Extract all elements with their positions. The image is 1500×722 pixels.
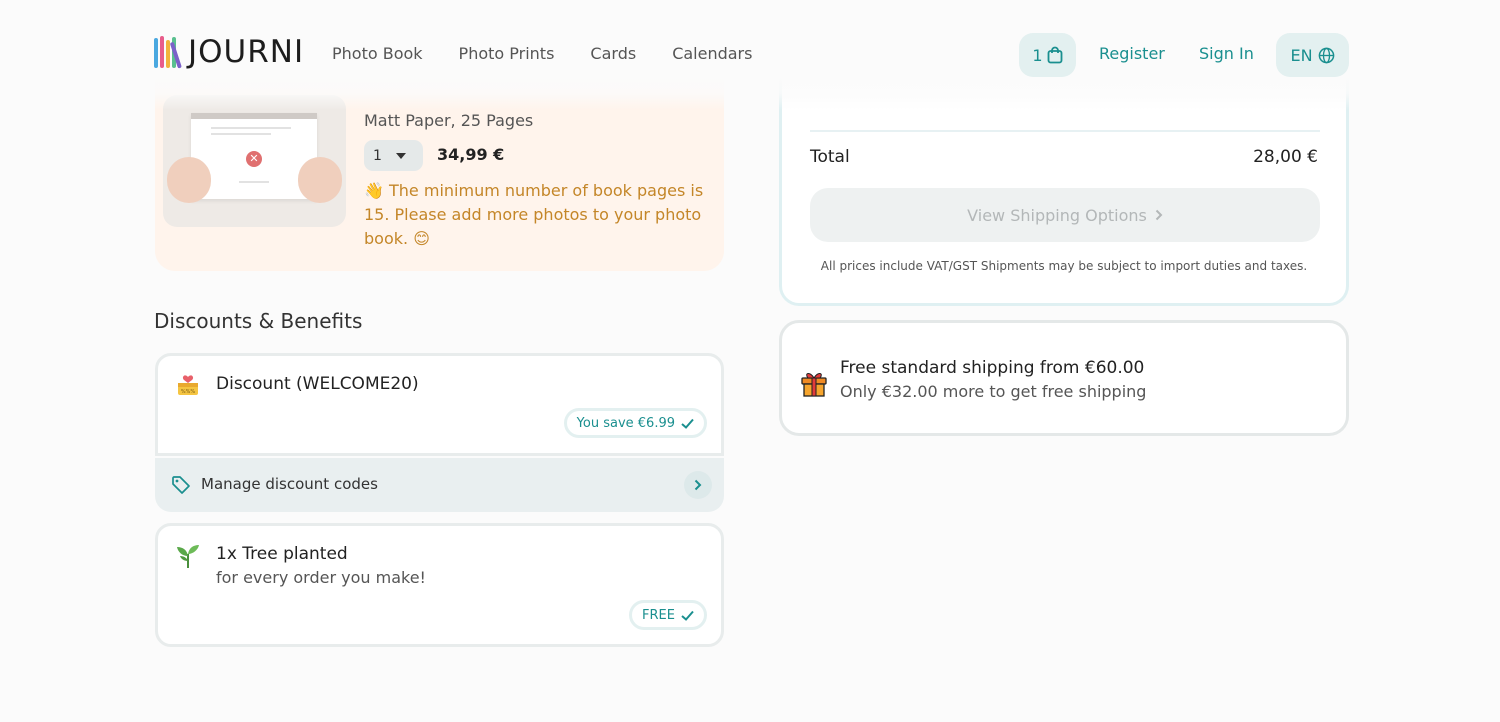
tree-subtitle: for every order you make! <box>216 568 426 587</box>
free-shipping-card: Free standard shipping from €60.00 Only … <box>779 320 1349 436</box>
journi-logo[interactable]: JOURNI <box>154 34 305 70</box>
waving-hand-icon: 👋 <box>364 181 384 200</box>
error-x-icon: ✕ <box>246 151 262 167</box>
summary-divider <box>810 130 1320 132</box>
manage-discount-label: Manage discount codes <box>201 475 378 493</box>
smile-icon: 😊 <box>413 229 430 248</box>
view-shipping-options-button[interactable]: View Shipping Options <box>810 188 1320 242</box>
savings-text: You save €6.99 <box>576 415 675 431</box>
total-value: 28,00 € <box>1253 147 1318 167</box>
svg-text:%%%: %%% <box>181 389 196 395</box>
min-pages-warning: 👋 The minimum number of book pages is 15… <box>364 179 714 251</box>
tree-planted-card: 1x Tree planted for every order you make… <box>155 523 724 647</box>
chevron-right-icon <box>1155 209 1163 221</box>
language-code: EN <box>1290 45 1313 65</box>
free-badge: FREE <box>629 600 707 630</box>
caret-down-icon <box>395 152 406 159</box>
register-link[interactable]: Register <box>1099 44 1165 64</box>
main-nav: Photo Book Photo Prints Cards Calendars <box>332 44 752 64</box>
logo-text: JOURNI <box>188 34 305 70</box>
sign-in-link[interactable]: Sign In <box>1199 44 1254 64</box>
quantity-select[interactable]: 1 <box>364 140 423 171</box>
nav-photo-book[interactable]: Photo Book <box>332 44 423 64</box>
tag-icon <box>172 476 190 494</box>
photo-book-thumbnail[interactable]: ✕ <box>163 95 346 227</box>
tree-title: 1x Tree planted <box>216 544 348 564</box>
manage-discount-chevron[interactable] <box>684 471 712 499</box>
cart-count: 1 <box>1032 45 1043 65</box>
check-icon <box>681 418 694 429</box>
nav-photo-prints[interactable]: Photo Prints <box>459 44 555 64</box>
hand-left-decoration <box>167 157 211 203</box>
logo-bars-icon <box>154 36 182 69</box>
manage-discount-codes[interactable]: Manage discount codes <box>155 458 724 512</box>
product-options: Matt Paper, 25 Pages <box>364 111 534 130</box>
discounts-title: Discounts & Benefits <box>154 309 363 333</box>
cart-button[interactable]: 1 <box>1019 33 1076 77</box>
language-selector[interactable]: EN <box>1276 33 1349 77</box>
free-shipping-subtitle: Only €32.00 more to get free shipping <box>840 382 1147 401</box>
nav-calendars[interactable]: Calendars <box>672 44 752 64</box>
hand-right-decoration <box>298 157 342 203</box>
nav-cards[interactable]: Cards <box>590 44 636 64</box>
discount-coupon-icon: %%% <box>178 375 198 395</box>
globe-icon <box>1318 47 1334 63</box>
item-price: 34,99 € <box>437 145 505 164</box>
savings-badge: You save €6.99 <box>563 408 707 438</box>
shopping-bag-icon <box>1047 46 1062 64</box>
site-header: JOURNI Photo Book Photo Prints Cards Cal… <box>0 0 1500 110</box>
quantity-value: 1 <box>373 147 382 164</box>
sprout-icon <box>177 545 199 568</box>
total-label: Total <box>810 147 850 167</box>
discount-card: %%% Discount (WELCOME20) You save €6.99 <box>155 353 724 456</box>
vat-notice: All prices include VAT/GST Shipments may… <box>820 259 1308 273</box>
chevron-right-icon <box>694 479 702 491</box>
discount-title: Discount (WELCOME20) <box>216 374 419 394</box>
free-text: FREE <box>642 607 675 623</box>
shipping-button-label: View Shipping Options <box>967 205 1147 225</box>
free-shipping-title: Free standard shipping from €60.00 <box>840 358 1145 378</box>
check-icon <box>681 610 694 621</box>
gift-icon <box>801 373 827 397</box>
